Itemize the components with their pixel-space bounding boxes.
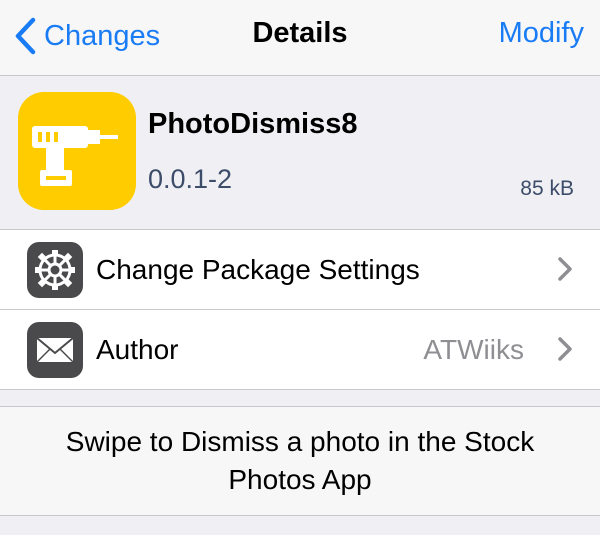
package-icon [18,92,136,210]
chevron-right-icon [558,337,572,361]
chevron-right-icon [558,257,572,281]
author-name: ATWiiks [423,334,524,365]
row-label: Change Package Settings [96,254,420,285]
author-icon-tile [27,322,83,378]
author-row[interactable]: Author ATWiiks [0,310,600,389]
package-version: 0.0.1-2 [148,164,233,194]
row-label: Author [96,334,179,365]
package-size: 85 kB [520,177,574,200]
package-description: Swipe to Dismiss a photo in the Stock Ph… [0,406,600,516]
modify-button[interactable]: Modify [499,17,584,50]
change-package-settings-row[interactable]: Change Package Settings [0,230,600,310]
navigation-bar: Changes Details Modify [0,0,600,76]
package-name: PhotoDismiss8 [148,108,358,140]
gear-icon [35,250,75,290]
drill-icon [32,126,118,186]
package-header: PhotoDismiss8 0.0.1-2 85 kB [0,76,600,228]
mail-icon [36,337,74,363]
description-text: Swipe to Dismiss a photo in the Stock Ph… [65,426,535,495]
options-group: Change Package Settings Author ATWiiks [0,229,600,390]
settings-icon-tile [27,242,83,298]
